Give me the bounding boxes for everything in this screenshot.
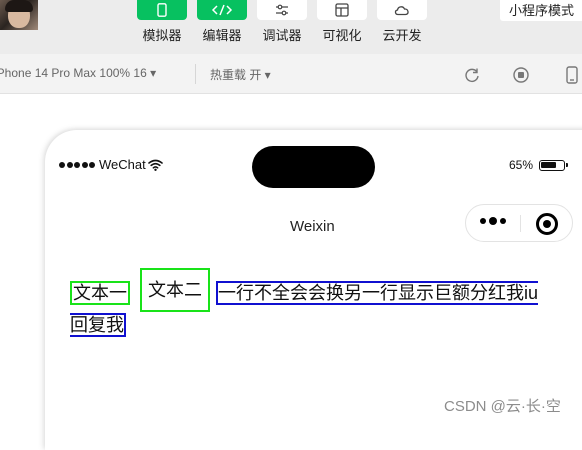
more-icon[interactable] xyxy=(480,217,506,225)
tool-simulator[interactable]: 模拟器 xyxy=(132,0,192,44)
battery-icon xyxy=(539,159,569,171)
tool-editor[interactable]: 编辑器 xyxy=(192,0,252,44)
tool-debugger[interactable]: 调试器 xyxy=(252,0,312,44)
carrier-label: WeChat xyxy=(99,157,146,172)
battery-percent: 65% xyxy=(509,158,534,172)
tool-visual[interactable]: 可视化 xyxy=(312,0,372,44)
phone-icon xyxy=(157,3,167,17)
hot-reload-toggle[interactable]: 热重载 开 ▾ xyxy=(210,66,271,83)
stop-icon[interactable] xyxy=(512,66,530,84)
subbar-divider xyxy=(195,64,196,84)
visual-button[interactable] xyxy=(317,0,367,20)
cloud-button[interactable] xyxy=(377,0,427,20)
simulator-label: 模拟器 xyxy=(142,28,182,43)
capsule-divider xyxy=(520,215,521,232)
visual-label: 可视化 xyxy=(322,28,362,43)
sliders-icon xyxy=(276,4,288,16)
phone-preview-icon[interactable] xyxy=(563,66,581,84)
debugger-button[interactable] xyxy=(257,0,307,20)
project-mode-select[interactable]: 小程序模式 xyxy=(500,0,582,21)
layout-icon xyxy=(335,3,349,17)
text-two: 文本二 xyxy=(140,268,210,312)
user-avatar[interactable] xyxy=(0,0,38,30)
code-icon xyxy=(211,4,233,16)
editor-button[interactable] xyxy=(197,0,247,20)
debugger-label: 调试器 xyxy=(262,28,302,43)
page-content: 文本一 文本二 一行不全会会换另一行显示巨额分红我iu回复我 xyxy=(70,268,542,338)
editor-label: 编辑器 xyxy=(202,28,242,43)
dynamic-island xyxy=(252,146,375,188)
simulator-button[interactable] xyxy=(137,0,187,20)
close-miniprogram-icon[interactable] xyxy=(536,213,558,235)
tool-cloud[interactable]: 云开发 xyxy=(372,0,432,44)
status-bar-right: 65% xyxy=(509,158,569,172)
watermark: CSDN @云·长·空 xyxy=(444,398,561,415)
top-toolbar: 模拟器 编辑器 调试器 可视化 云开发 小程序模式 xyxy=(0,0,582,54)
device-select[interactable]: iPhone 14 Pro Max 100% 16 ▾ xyxy=(0,66,156,80)
avatar-hair xyxy=(5,0,33,12)
cloud-label: 云开发 xyxy=(382,28,422,43)
refresh-icon[interactable] xyxy=(463,66,481,84)
text-one: 文本一 xyxy=(70,281,130,305)
status-bar-left: WeChat xyxy=(59,157,163,172)
nav-title: Weixin xyxy=(290,218,335,235)
menu-capsule xyxy=(465,204,573,242)
simulator-subbar: iPhone 14 Pro Max 100% 16 ▾ 热重载 开 ▾ xyxy=(0,54,582,94)
signal-dots-icon xyxy=(59,161,95,168)
wifi-icon xyxy=(147,159,163,171)
cloud-icon xyxy=(394,6,409,16)
